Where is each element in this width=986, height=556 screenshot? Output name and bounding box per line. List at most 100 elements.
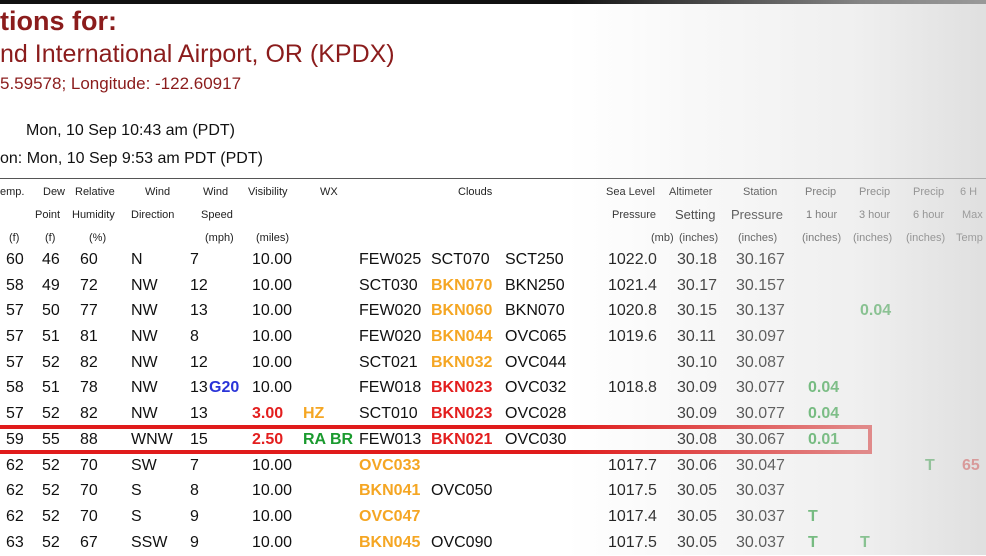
header-sea-level: Sea Level <box>606 186 655 198</box>
cell-precip-3: 0.04 <box>860 302 892 320</box>
header-altimeter: Altimeter <box>669 186 713 198</box>
cell-visibility: 10.00 <box>252 379 293 397</box>
cell-altimeter: 30.11 <box>677 328 716 346</box>
cell-humidity: 70 <box>80 507 98 525</box>
header-humidity: Humidity <box>72 209 115 221</box>
cell-dew: 51 <box>42 328 60 346</box>
unit-humidity: (%) <box>89 232 107 244</box>
cell-altimeter: 30.18 <box>677 251 718 268</box>
table-row: 57 52 82 NW 13 3.00 HZ SCT010 BKN023 OVC028 30.09 3… <box>0 402 986 428</box>
header-max: Max <box>962 209 983 221</box>
header-wind: Wind <box>145 186 171 198</box>
cell-visibility: 10.00 <box>252 533 293 551</box>
cell-sea-level: 1020.8 <box>608 302 657 320</box>
cell-dew: 52 <box>42 456 60 474</box>
cell-dew: 52 <box>42 507 60 525</box>
cell-wind-dir: NW <box>131 353 158 371</box>
unit-station: (inches) <box>738 232 778 244</box>
cell-temp: 63 <box>6 533 24 551</box>
cell-cloud-3: SCT250 <box>505 251 564 268</box>
cell-sea-level: 1019.6 <box>608 328 657 346</box>
cell-cloud-2: OVC050 <box>431 482 493 500</box>
observation-time-secondary: on: Mon, 10 Sep 9:53 am PDT (PDT) <box>0 150 263 167</box>
header-pressure: Pressure <box>612 209 657 221</box>
cell-wind-speed: 9 <box>190 533 199 551</box>
cell-wind-dir: SSW <box>131 533 168 551</box>
cell-dew: 52 <box>42 533 60 551</box>
cell-humidity: 67 <box>80 533 98 551</box>
cell-sea-level: 1018.8 <box>608 379 657 397</box>
cell-station-pressure: 30.167 <box>736 251 785 268</box>
cell-max-temp: 65 <box>962 456 980 474</box>
cell-humidity: 70 <box>80 456 98 474</box>
cell-visibility: 10.00 <box>252 507 293 525</box>
cell-cloud-1: FEW020 <box>359 328 422 346</box>
cell-cloud-1: BKN045 <box>359 533 421 551</box>
unit-speed: (mph) <box>205 232 234 244</box>
cell-precip-6: T <box>925 456 935 474</box>
cell-cloud-1: SCT010 <box>359 405 418 423</box>
cell-wind-speed: 9 <box>190 507 199 525</box>
header-precip-1: Precip <box>805 186 837 198</box>
cell-wind-speed: 8 <box>190 328 199 346</box>
station-coordinates: 5.59578; Longitude: -122.60917 <box>0 74 242 93</box>
cell-cloud-1: SCT021 <box>359 353 418 371</box>
cell-cloud-2: OVC090 <box>431 533 493 551</box>
cell-wind-dir: NW <box>131 379 158 397</box>
cell-station-pressure: 30.037 <box>736 482 785 500</box>
cell-cloud-3: OVC065 <box>505 328 567 346</box>
cell-sea-level: 1022.0 <box>608 251 657 268</box>
cell-temp: 58 <box>6 379 24 397</box>
cell-station-pressure: 30.047 <box>736 456 785 474</box>
cell-temp: 62 <box>6 507 24 525</box>
table-row: 60 46 60 N 7 10.00 FEW025 SCT070 SCT250 1022.0 30.… <box>0 248 986 274</box>
cell-cloud-1: FEW025 <box>359 251 422 268</box>
cell-wind-gust: G20 <box>209 379 240 397</box>
cell-station-pressure: 30.157 <box>736 276 785 294</box>
cell-wind-dir: N <box>131 251 143 268</box>
cell-precip-1: T <box>808 507 818 525</box>
cell-visibility: 10.00 <box>252 482 293 500</box>
cell-visibility: 10.00 <box>252 276 293 294</box>
header-clouds: Clouds <box>458 186 493 198</box>
cell-visibility: 10.00 <box>252 302 293 320</box>
cell-temp: 62 <box>6 456 24 474</box>
unit-dew: (f) <box>45 232 56 244</box>
header-direction: Direction <box>131 209 175 221</box>
cell-station-pressure: 30.077 <box>736 405 785 423</box>
cell-visibility: 10.00 <box>252 251 293 268</box>
unit-altimeter: (inches) <box>679 232 719 244</box>
cell-precip-1: 0.04 <box>808 379 840 397</box>
cell-humidity: 82 <box>80 405 98 423</box>
header-dew-2: Point <box>35 209 61 221</box>
cell-cloud-1: BKN041 <box>359 482 421 500</box>
cell-wind-speed: 7 <box>190 456 199 474</box>
cell-altimeter: 30.09 <box>677 379 718 397</box>
unit-precip-1: (inches) <box>802 232 842 244</box>
header-speed: Speed <box>201 209 233 221</box>
table-row: 57 52 82 NW 12 10.00 SCT021 BKN032 OVC044 30.10 30… <box>0 351 986 377</box>
cell-precip-1: T <box>808 533 818 551</box>
cell-humidity: 60 <box>80 251 98 268</box>
cell-dew: 52 <box>42 405 60 423</box>
cell-station-pressure: 30.097 <box>736 328 785 346</box>
header-wind-speed: Wind <box>203 186 229 198</box>
cell-altimeter: 30.10 <box>677 353 718 371</box>
cell-cloud-2: BKN023 <box>431 379 493 397</box>
cell-cloud-2: BKN044 <box>431 328 493 346</box>
cell-temp: 57 <box>6 328 24 346</box>
cell-humidity: 82 <box>80 353 98 371</box>
cell-temp: 57 <box>6 353 24 371</box>
cell-humidity: 70 <box>80 482 98 500</box>
unit-precip-3: (inches) <box>853 232 893 244</box>
cell-dew: 46 <box>42 251 60 268</box>
header-relative: Relative <box>75 186 115 198</box>
cell-altimeter: 30.05 <box>677 482 718 500</box>
header-divider <box>0 178 986 179</box>
table-row: 62 52 70 SW 7 10.00 OVC033 1017.7 30.06 30.047 T 65 <box>0 454 986 480</box>
cell-wind-speed: 13 <box>190 302 208 320</box>
cell-dew: 51 <box>42 379 60 397</box>
cell-humidity: 78 <box>80 379 98 397</box>
unit-precip-6: (inches) <box>906 232 946 244</box>
header-6-hour: 6 hour <box>913 209 945 221</box>
